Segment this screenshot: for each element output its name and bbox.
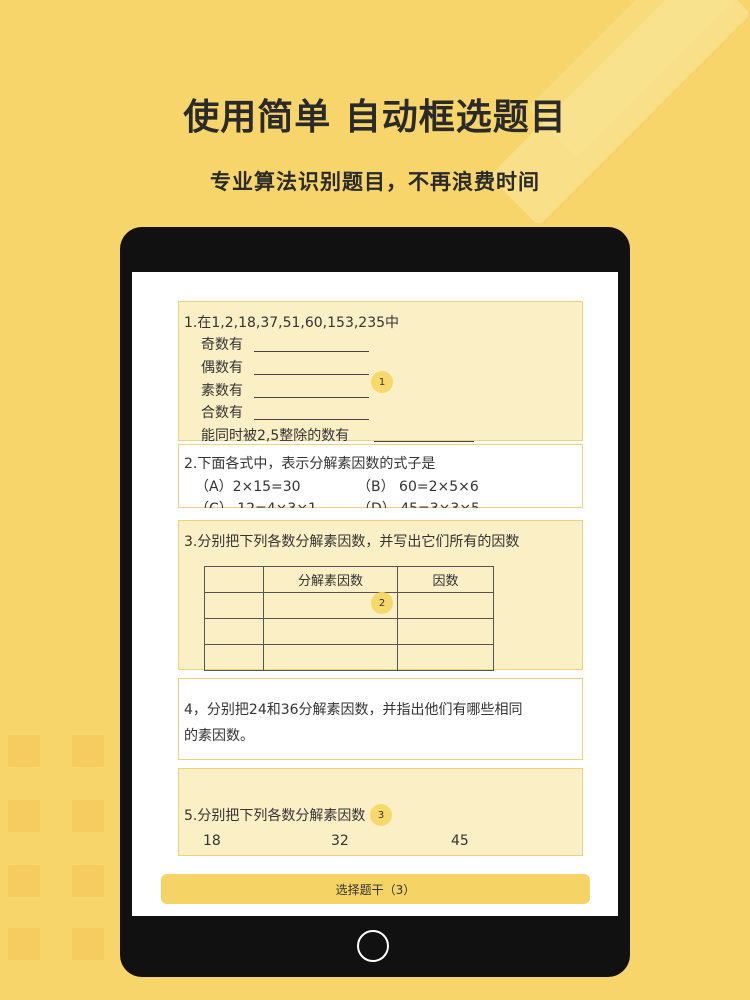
option-a: （A）2×15=30 [195, 479, 301, 495]
answer-blank [254, 374, 369, 375]
question-box-4[interactable]: 4，分别把24和36分解素因数，并指出他们有哪些相同 的素因数。 [178, 678, 583, 760]
question-1-line: 奇数有 [201, 337, 243, 353]
decorative-square [8, 800, 40, 832]
decorative-square [72, 735, 104, 767]
answer-blank [254, 419, 369, 420]
option-d: （D） 45=3×3×5 [357, 498, 480, 508]
factor-table: 分解素因数 因数 [204, 566, 494, 671]
option-b: （B） 60=2×5×6 [357, 479, 479, 495]
question-4-line: 4，分别把24和36分解素因数，并指出他们有哪些相同 [184, 702, 523, 718]
table-row [204, 644, 494, 671]
table-header: 因数 [397, 566, 494, 593]
table-header [204, 566, 264, 593]
question-2-title: 2.下面各式中，表示分解素因数的式子是 [184, 456, 436, 472]
answer-blank [374, 441, 474, 442]
decorative-square [72, 800, 104, 832]
tablet-screen: 1.在1,2,18,37,51,60,153,235中 奇数有 偶数有 素数有 … [132, 272, 618, 916]
selection-badge-3[interactable]: 3 [370, 804, 392, 826]
question-box-3[interactable]: 3.分别把下列各数分解素因数，并写出它们所有的因数 分解素因数 因数 2 [178, 520, 583, 671]
decorative-square [8, 865, 40, 897]
question-4-line: 的素因数。 [184, 728, 254, 744]
question-1-line: 素数有 [201, 383, 243, 399]
decorative-square [72, 865, 104, 897]
decorative-square [8, 928, 40, 960]
table-row [204, 618, 494, 645]
question-1-line: 偶数有 [201, 360, 243, 376]
question-1-line: 合数有 [201, 405, 243, 421]
decorative-square [72, 928, 104, 960]
answer-blank [254, 351, 369, 352]
question-5-number: 32 [331, 833, 349, 849]
answer-blank [254, 397, 369, 398]
question-3-title: 3.分别把下列各数分解素因数，并写出它们所有的因数 [184, 534, 520, 550]
table-header: 分解素因数 [263, 566, 398, 593]
option-c: （C） 12=4×3×1 [195, 498, 317, 508]
decorative-square [8, 735, 40, 767]
question-5-number: 45 [451, 833, 469, 849]
question-1-line: 能同时被2,5整除的数有 [201, 428, 350, 444]
question-box-1[interactable]: 1.在1,2,18,37,51,60,153,235中 奇数有 偶数有 素数有 … [178, 301, 583, 444]
selection-badge-2[interactable]: 2 [371, 592, 393, 614]
home-button[interactable] [357, 930, 389, 962]
subheadline: 专业算法识别题目，不再浪费时间 [210, 170, 540, 194]
question-box-2[interactable]: 2.下面各式中，表示分解素因数的式子是 （A）2×15=30 （B） 60=2×… [178, 444, 583, 508]
question-1-title: 1.在1,2,18,37,51,60,153,235中 [184, 315, 400, 331]
tablet-frame: 1.在1,2,18,37,51,60,153,235中 奇数有 偶数有 素数有 … [120, 227, 630, 977]
headline: 使用简单 自动框选题目 [183, 97, 567, 138]
question-box-5[interactable]: 5.分别把下列各数分解素因数 18 32 45 3 [178, 768, 583, 856]
table-row [204, 592, 494, 619]
select-question-button[interactable]: 选择题干（3） [161, 874, 590, 904]
selection-badge-1[interactable]: 1 [371, 371, 393, 393]
question-5-number: 18 [203, 833, 221, 849]
question-5-title: 5.分别把下列各数分解素因数 [184, 808, 366, 824]
